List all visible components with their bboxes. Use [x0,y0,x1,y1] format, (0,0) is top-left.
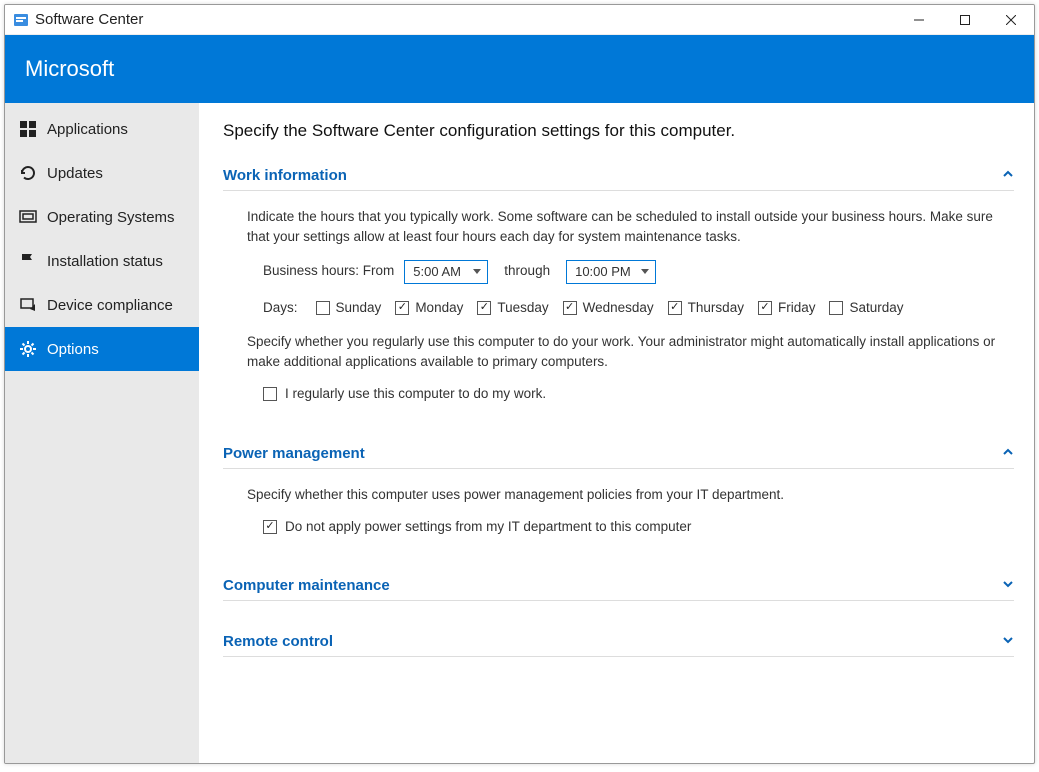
from-time-select[interactable]: 5:00 AM [404,260,488,284]
primary-computer-checkbox-row[interactable]: I regularly use this computer to do my w… [263,384,1008,404]
checkbox-checked-icon [263,520,277,534]
checkbox-icon [316,301,330,315]
power-checkbox-label: Do not apply power settings from my IT d… [285,517,691,537]
sidebar-item-label: Operating Systems [47,209,175,226]
window-controls [896,5,1034,35]
chevron-down-icon [473,269,481,274]
gear-icon [19,340,37,358]
apps-icon [19,120,37,138]
sidebar-item-label: Device compliance [47,297,173,314]
section-header-work[interactable]: Work information [223,167,1014,191]
day-label: Friday [778,298,816,318]
power-desc: Specify whether this computer uses power… [247,485,1008,505]
section-body-power: Specify whether this computer uses power… [223,469,1014,552]
section-title: Work information [223,167,347,184]
checkbox-checked-icon [395,301,409,315]
days-label: Days: [263,298,298,318]
day-friday[interactable]: Friday [758,298,816,318]
updates-icon [19,164,37,182]
chevron-down-icon [1002,578,1014,593]
business-hours-row: Business hours: From 5:00 AM through 10:… [263,260,1008,284]
to-time-value: 10:00 PM [575,262,631,282]
compliance-icon [19,296,37,314]
checkbox-checked-icon [668,301,682,315]
primary-computer-desc: Specify whether you regularly use this c… [247,332,1008,373]
chevron-up-icon [1002,446,1014,461]
section-title: Power management [223,445,365,462]
day-label: Sunday [336,298,382,318]
power-checkbox-row[interactable]: Do not apply power settings from my IT d… [263,517,1008,537]
sidebar-item-updates[interactable]: Updates [5,151,199,195]
maximize-button[interactable] [942,5,988,35]
day-tuesday[interactable]: Tuesday [477,298,548,318]
sidebar-item-label: Updates [47,165,103,182]
content-body: Applications Updates Operating Systems I… [5,103,1034,763]
chevron-down-icon [1002,634,1014,649]
primary-computer-label: I regularly use this computer to do my w… [285,384,546,404]
day-monday[interactable]: Monday [395,298,463,318]
main-panel: Specify the Software Center configuratio… [199,103,1034,763]
minimize-button[interactable] [896,5,942,35]
section-header-power[interactable]: Power management [223,445,1014,469]
sidebar-item-options[interactable]: Options [5,327,199,371]
page-intro: Specify the Software Center configuratio… [223,121,1014,141]
work-description: Indicate the hours that you typically wo… [247,207,1008,248]
os-icon [19,208,37,226]
section-body-work: Indicate the hours that you typically wo… [223,191,1014,419]
sidebar-item-label: Applications [47,121,128,138]
section-title: Computer maintenance [223,577,390,594]
section-title: Remote control [223,633,333,650]
day-thursday[interactable]: Thursday [668,298,744,318]
chevron-up-icon [1002,168,1014,183]
sidebar-item-label: Options [47,341,99,358]
sidebar-item-applications[interactable]: Applications [5,107,199,151]
app-window: Software Center Microsoft Applications [4,4,1035,764]
titlebar: Software Center [5,5,1034,35]
checkbox-checked-icon [758,301,772,315]
day-label: Thursday [688,298,744,318]
checkbox-checked-icon [477,301,491,315]
checkbox-icon [829,301,843,315]
sidebar-item-device-compliance[interactable]: Device compliance [5,283,199,327]
to-time-select[interactable]: 10:00 PM [566,260,656,284]
checkbox-icon [263,387,277,401]
sidebar-item-label: Installation status [47,253,163,270]
app-icon [13,12,29,28]
brand-bar: Microsoft [5,35,1034,103]
day-label: Monday [415,298,463,318]
sidebar-item-install-status[interactable]: Installation status [5,239,199,283]
days-row: Days: Sunday Monday Tuesday Wednesday Th… [263,298,1008,318]
day-label: Saturday [849,298,903,318]
close-button[interactable] [988,5,1034,35]
through-label: through [504,261,550,281]
brand-name: Microsoft [25,56,114,82]
day-sunday[interactable]: Sunday [316,298,382,318]
section-header-maintenance[interactable]: Computer maintenance [223,577,1014,601]
chevron-down-icon [641,269,649,274]
day-label: Tuesday [497,298,548,318]
day-label: Wednesday [583,298,654,318]
sidebar: Applications Updates Operating Systems I… [5,103,199,763]
window-title: Software Center [35,11,896,28]
business-hours-label: Business hours: From [263,261,394,281]
from-time-value: 5:00 AM [413,262,461,282]
checkbox-checked-icon [563,301,577,315]
flag-icon [19,252,37,270]
sidebar-item-os[interactable]: Operating Systems [5,195,199,239]
section-header-remote[interactable]: Remote control [223,633,1014,657]
day-wednesday[interactable]: Wednesday [563,298,654,318]
day-saturday[interactable]: Saturday [829,298,903,318]
